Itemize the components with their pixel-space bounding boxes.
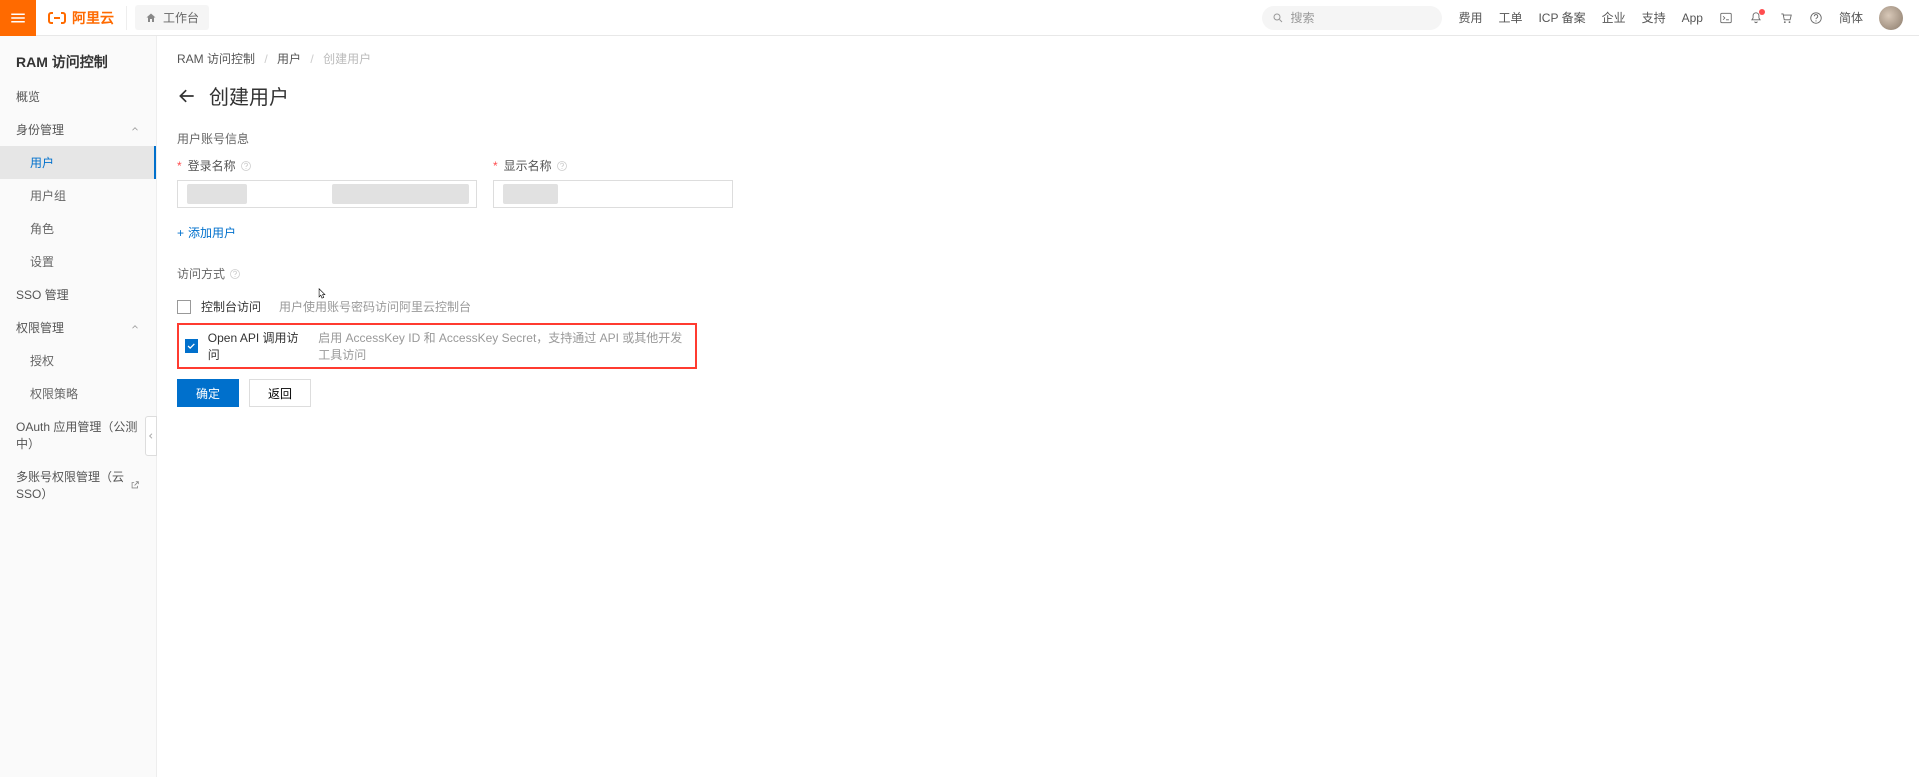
breadcrumb-sep: / (310, 52, 313, 66)
header-lang[interactable]: 简体 (1839, 9, 1863, 26)
search-placeholder: 搜索 (1290, 9, 1314, 26)
api-access-label: Open API 调用访问 (208, 329, 300, 363)
sidebar-item-grants[interactable]: 授权 (0, 344, 156, 377)
arrow-left-icon (177, 86, 197, 106)
sidebar-item-users[interactable]: 用户 (0, 146, 156, 179)
sidebar-item-oauth[interactable]: OAuth 应用管理（公测中） (0, 410, 156, 460)
help-icon[interactable] (229, 268, 241, 280)
field-display-name: * 显示名称 (493, 157, 733, 208)
home-icon (145, 12, 157, 24)
form-row: * 登录名称 * 显示名称 (177, 157, 1899, 208)
help-icon[interactable] (240, 160, 252, 172)
field-login-name: * 登录名称 (177, 157, 477, 208)
page-title: 创建用户 (209, 81, 289, 110)
notification-badge (1759, 9, 1765, 15)
workbench-link[interactable]: 工作台 (135, 5, 209, 30)
sidebar-item-overview[interactable]: 概览 (0, 80, 156, 113)
sidebar-title: RAM 访问控制 (0, 36, 156, 80)
redacted-suffix (332, 184, 469, 204)
back-button[interactable]: 返回 (249, 379, 311, 407)
display-name-label: 显示名称 (504, 157, 552, 174)
header-link-icp[interactable]: ICP 备案 (1538, 9, 1585, 26)
redacted-value (187, 184, 247, 204)
sidebar-item-sso[interactable]: SSO 管理 (0, 278, 156, 311)
api-access-checkbox[interactable] (185, 339, 198, 353)
chevron-up-icon (130, 321, 140, 335)
chevron-left-icon (147, 431, 155, 441)
header-notification-icon[interactable] (1749, 11, 1763, 25)
check-icon (186, 341, 196, 351)
main-content: RAM 访问控制 / 用户 / 创建用户 创建用户 用户账号信息 * 登录名称 (157, 36, 1919, 777)
add-user-label: 添加用户 (188, 224, 236, 241)
console-access-desc: 用户使用账号密码访问阿里云控制台 (279, 298, 471, 315)
confirm-button[interactable]: 确定 (177, 379, 239, 407)
plus-icon: + (177, 226, 184, 240)
breadcrumb-current: 创建用户 (323, 52, 371, 66)
help-icon[interactable] (556, 160, 568, 172)
sidebar-item-multi-account[interactable]: 多账号权限管理（云 SSO） (0, 460, 156, 510)
header-link-cost[interactable]: 费用 (1458, 9, 1482, 26)
search-icon (1272, 12, 1284, 24)
header-link-app[interactable]: App (1682, 11, 1703, 25)
header-link-enterprise[interactable]: 企业 (1602, 9, 1626, 26)
header-cart-icon[interactable] (1779, 11, 1793, 25)
search-input[interactable]: 搜索 (1262, 6, 1442, 30)
sidebar-item-user-groups[interactable]: 用户组 (0, 179, 156, 212)
field-label: * 登录名称 (177, 157, 477, 174)
field-label: * 显示名称 (493, 157, 733, 174)
login-name-label: 登录名称 (188, 157, 236, 174)
page-title-row: 创建用户 (177, 81, 1899, 110)
redacted-value (503, 184, 558, 204)
access-api-row: Open API 调用访问 启用 AccessKey ID 和 AccessKe… (177, 323, 697, 369)
breadcrumb-sep: / (264, 52, 267, 66)
external-link-icon (130, 480, 140, 490)
chevron-up-icon (130, 123, 140, 137)
required-star: * (493, 159, 498, 173)
section-access-method: 访问方式 (177, 265, 1899, 282)
console-access-label: 控制台访问 (201, 298, 261, 315)
api-access-desc: 启用 AccessKey ID 和 AccessKey Secret，支持通过 … (318, 329, 689, 363)
hamburger-icon (9, 9, 27, 27)
sidebar: RAM 访问控制 概览 身份管理 用户 用户组 角色 设置 SSO 管理 权限管… (0, 36, 157, 777)
brand-logo[interactable]: 阿里云 (36, 6, 127, 30)
header-help-icon[interactable] (1809, 11, 1823, 25)
top-header: 阿里云 工作台 搜索 费用 工单 ICP 备案 企业 支持 App 简体 (0, 0, 1919, 36)
sidebar-item-settings[interactable]: 设置 (0, 245, 156, 278)
back-button[interactable] (177, 86, 197, 106)
breadcrumb-users[interactable]: 用户 (277, 52, 301, 66)
aliyun-logo-icon (48, 11, 66, 25)
button-row: 确定 返回 (177, 379, 1899, 407)
login-name-input[interactable] (177, 180, 477, 208)
required-star: * (177, 159, 182, 173)
header-link-support[interactable]: 支持 (1642, 9, 1666, 26)
brand-text: 阿里云 (72, 8, 114, 28)
breadcrumb-ram[interactable]: RAM 访问控制 (177, 52, 255, 66)
header-link-ticket[interactable]: 工单 (1498, 9, 1522, 26)
sidebar-item-roles[interactable]: 角色 (0, 212, 156, 245)
header-cloudshell-icon[interactable] (1719, 11, 1733, 25)
workbench-label: 工作台 (163, 9, 199, 26)
access-console-row: 控制台访问 用户使用账号密码访问阿里云控制台 (177, 292, 1899, 321)
breadcrumb: RAM 访问控制 / 用户 / 创建用户 (177, 36, 1899, 81)
sidebar-item-policies[interactable]: 权限策略 (0, 377, 156, 410)
header-links: 费用 工单 ICP 备案 企业 支持 App 简体 (1458, 6, 1919, 30)
sidebar-item-identity-mgmt[interactable]: 身份管理 (0, 113, 156, 146)
section-account-info: 用户账号信息 (177, 130, 1899, 147)
display-name-input[interactable] (493, 180, 733, 208)
menu-toggle-button[interactable] (0, 0, 36, 36)
console-access-checkbox[interactable] (177, 300, 191, 314)
sidebar-collapse-button[interactable] (145, 416, 157, 456)
user-avatar[interactable] (1879, 6, 1903, 30)
sidebar-item-perm-mgmt[interactable]: 权限管理 (0, 311, 156, 344)
add-user-button[interactable]: + 添加用户 (177, 218, 236, 247)
